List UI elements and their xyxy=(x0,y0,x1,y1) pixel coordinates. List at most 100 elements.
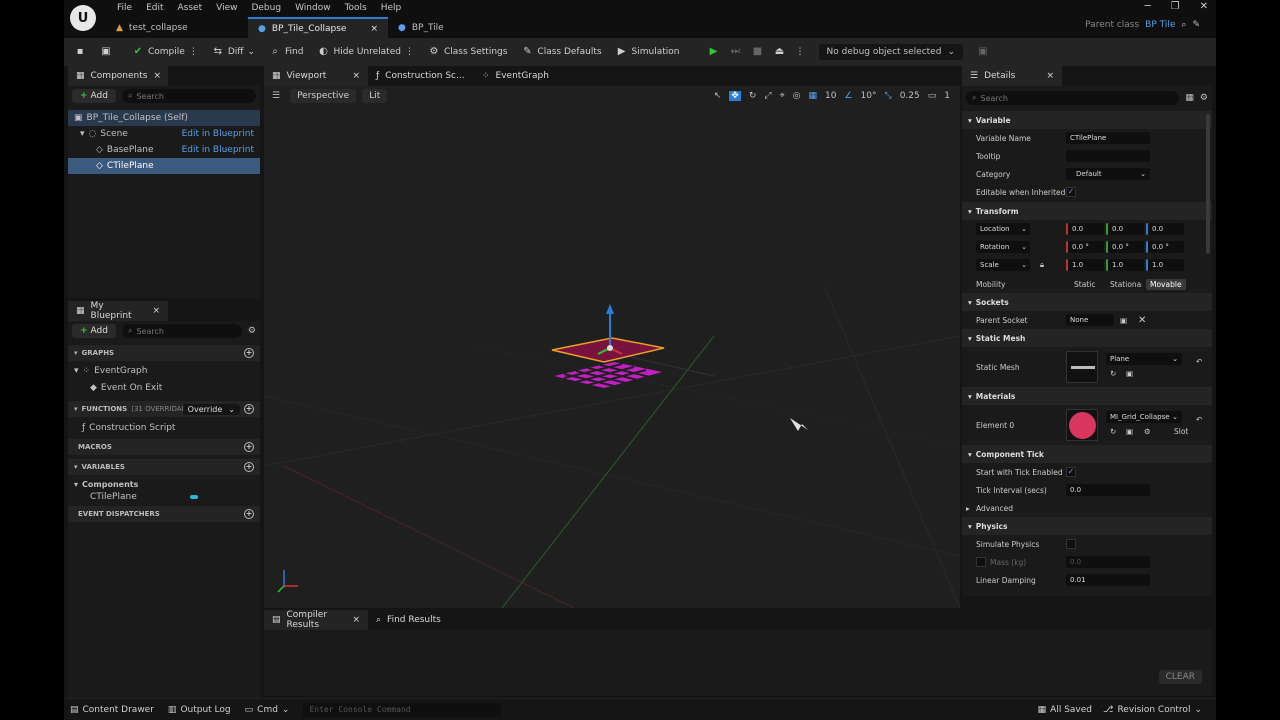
components-search[interactable]: ⌕ Search xyxy=(121,89,256,103)
mesh-thumbnail[interactable] xyxy=(1066,351,1098,383)
component-baseplane[interactable]: ◇ BasePlane Edit in Blueprint xyxy=(68,142,260,158)
material-options-icon[interactable]: ⚙ xyxy=(1144,427,1151,436)
add-macro-icon[interactable]: + xyxy=(244,442,254,452)
section-macros[interactable]: MACROS + xyxy=(68,439,260,455)
section-variables[interactable]: ▾ VARIABLES + xyxy=(68,459,260,475)
close-icon[interactable]: × xyxy=(153,71,161,81)
section-graphs[interactable]: ▾ GRAPHS + xyxy=(68,345,260,361)
section-variable[interactable]: ▾ Variable xyxy=(962,111,1212,129)
close-tab-icon[interactable]: × xyxy=(370,24,378,34)
menu-view[interactable]: View xyxy=(209,1,244,15)
tab-compiler-results[interactable]: ▤ Compiler Results × xyxy=(264,610,368,630)
tab-event-graph[interactable]: ⁘ EventGraph xyxy=(474,66,557,86)
mobility-stationary[interactable]: Stationary xyxy=(1110,280,1142,289)
add-component-button[interactable]: + Add xyxy=(72,89,116,103)
section-event-dispatchers[interactable]: EVENT DISPATCHERS + xyxy=(68,506,260,522)
variable-ctileplane[interactable]: CTilePlane xyxy=(68,489,260,505)
angle-snap-icon[interactable]: ∠ xyxy=(844,91,852,101)
scale-z[interactable]: 1.0 xyxy=(1146,259,1184,271)
simulate-physics-checkbox[interactable] xyxy=(1066,539,1076,549)
section-static-mesh[interactable]: ▾ Static Mesh xyxy=(962,329,1212,347)
add-member-button[interactable]: + Add xyxy=(72,324,116,338)
menu-debug[interactable]: Debug xyxy=(244,1,288,15)
more-icon[interactable]: ⋮ xyxy=(405,47,414,57)
table-view-icon[interactable]: ▦ xyxy=(1185,93,1194,103)
mobility-movable[interactable]: Movable xyxy=(1146,278,1186,290)
location-y[interactable]: 0.0 xyxy=(1106,223,1144,235)
browse-icon[interactable]: ▣ xyxy=(100,46,112,58)
world-icon[interactable]: ◎ xyxy=(793,91,801,101)
mass-override-checkbox[interactable] xyxy=(976,557,986,567)
component-ctileplane[interactable]: ◇ CTilePlane xyxy=(68,158,260,174)
category-dropdown[interactable]: Default ⌄ xyxy=(1066,168,1150,180)
reset-arrow-icon[interactable]: ↶ xyxy=(1196,357,1202,366)
lit-button[interactable]: Lit xyxy=(362,89,388,103)
section-functions[interactable]: ▾ FUNCTIONS (31 OVERRIDABLE) Override ⌄ … xyxy=(68,401,260,417)
all-saved-indicator[interactable]: ▦ All Saved xyxy=(1038,705,1092,715)
tab-viewport[interactable]: ▦ Viewport × xyxy=(264,66,368,86)
rotation-y[interactable]: 0.0 ° xyxy=(1106,241,1144,253)
menu-window[interactable]: Window xyxy=(288,1,338,15)
step-icon[interactable]: ⏭ xyxy=(730,46,742,58)
unreal-logo-icon[interactable]: U xyxy=(70,5,96,31)
add-dispatcher-icon[interactable]: + xyxy=(244,509,254,519)
save-icon[interactable]: ▪ xyxy=(74,46,86,58)
tab-find-results[interactable]: ⌕ Find Results xyxy=(368,610,449,630)
use-selected-icon[interactable]: ↻ xyxy=(1110,427,1116,436)
tooltip-input[interactable] xyxy=(1066,150,1150,162)
start-tick-checkbox[interactable]: ✓ xyxy=(1066,467,1076,477)
my-blueprint-search[interactable]: ⌕ Search xyxy=(121,324,242,338)
parent-class-link[interactable]: BP Tile xyxy=(1145,20,1175,30)
tab-construction-script[interactable]: ƒ Construction Sc... xyxy=(368,66,474,86)
add-graph-icon[interactable]: + xyxy=(244,348,254,358)
mobility-static[interactable]: Static xyxy=(1074,280,1095,289)
grid-snap-icon[interactable]: ▦ xyxy=(809,91,818,101)
scale-snap-icon[interactable]: ⤡ xyxy=(885,91,892,101)
debug-object-select[interactable]: No debug object selected ⌄ xyxy=(818,44,963,60)
parent-socket-field[interactable]: None xyxy=(1066,314,1114,326)
tab-components[interactable]: ▦ Components × xyxy=(68,66,168,86)
find-button[interactable]: ⌕ Find xyxy=(269,46,303,58)
variable-name-input[interactable]: CTilePlane xyxy=(1066,132,1150,144)
simulation-button[interactable]: ▶ Simulation xyxy=(616,46,680,58)
override-dropdown[interactable]: Override ⌄ xyxy=(182,403,240,415)
use-selected-icon[interactable]: ↻ xyxy=(1110,369,1116,378)
menu-help[interactable]: Help xyxy=(374,1,409,15)
maximize-icon[interactable]: ❐ xyxy=(1171,1,1180,12)
search-icon[interactable]: ⌕ xyxy=(1181,20,1186,30)
tab-test-collapse[interactable]: ▲ test_collapse xyxy=(104,17,248,38)
diff-button[interactable]: ⇆ Diff ⌄ xyxy=(212,46,255,58)
content-drawer-button[interactable]: ▤ Content Drawer xyxy=(70,705,154,715)
rotation-dropdown[interactable]: Rotation ⌄ xyxy=(976,241,1030,253)
debug-filter-icon[interactable]: ▣ xyxy=(977,46,989,58)
revision-control-button[interactable]: ⎇ Revision Control ⌄ xyxy=(1103,705,1202,715)
edit-pencil-icon[interactable]: ✎ xyxy=(1192,20,1200,30)
edit-in-blueprint-link[interactable]: Edit in Blueprint xyxy=(182,129,254,139)
gear-icon[interactable]: ⚙ xyxy=(248,326,256,336)
reset-arrow-icon[interactable]: ↶ xyxy=(1196,415,1202,424)
location-z[interactable]: 0.0 xyxy=(1146,223,1184,235)
tab-bp-tile-collapse[interactable]: ● BP_Tile_Collapse × xyxy=(248,17,388,38)
tab-bp-tile[interactable]: ● BP_Tile xyxy=(388,17,454,38)
close-icon[interactable]: × xyxy=(352,71,360,81)
edit-in-blueprint-link[interactable]: Edit in Blueprint xyxy=(182,145,254,155)
class-defaults-button[interactable]: ✎ Class Defaults xyxy=(521,46,601,58)
camera-speed-icon[interactable]: ▭ xyxy=(928,91,937,101)
scale-x[interactable]: 1.0 xyxy=(1066,259,1104,271)
surface-snap-icon[interactable]: ⌖ xyxy=(780,91,785,101)
scale-dropdown[interactable]: Scale ⌄ xyxy=(976,259,1030,271)
details-scrollbar[interactable] xyxy=(1206,114,1210,254)
select-icon[interactable]: ↖ xyxy=(714,91,722,101)
static-mesh-dropdown[interactable]: Plane ⌄ xyxy=(1106,353,1182,365)
close-icon[interactable]: × xyxy=(352,615,360,625)
angle-size[interactable]: 10° xyxy=(861,91,877,101)
graph-eventgraph[interactable]: ▾ ⁘ EventGraph xyxy=(68,363,260,379)
add-variable-icon[interactable]: + xyxy=(244,462,254,472)
clear-socket-icon[interactable]: ✕ xyxy=(1138,315,1146,326)
location-x[interactable]: 0.0 xyxy=(1066,223,1104,235)
rotation-z[interactable]: 0.0 ° xyxy=(1146,241,1184,253)
lock-icon[interactable]: 🔒︎ xyxy=(1040,260,1044,270)
menu-file[interactable]: File xyxy=(110,1,139,15)
hide-unrelated-button[interactable]: ◐ Hide Unrelated ⋮ xyxy=(317,46,414,58)
output-log-button[interactable]: ▥ Output Log xyxy=(168,705,231,715)
